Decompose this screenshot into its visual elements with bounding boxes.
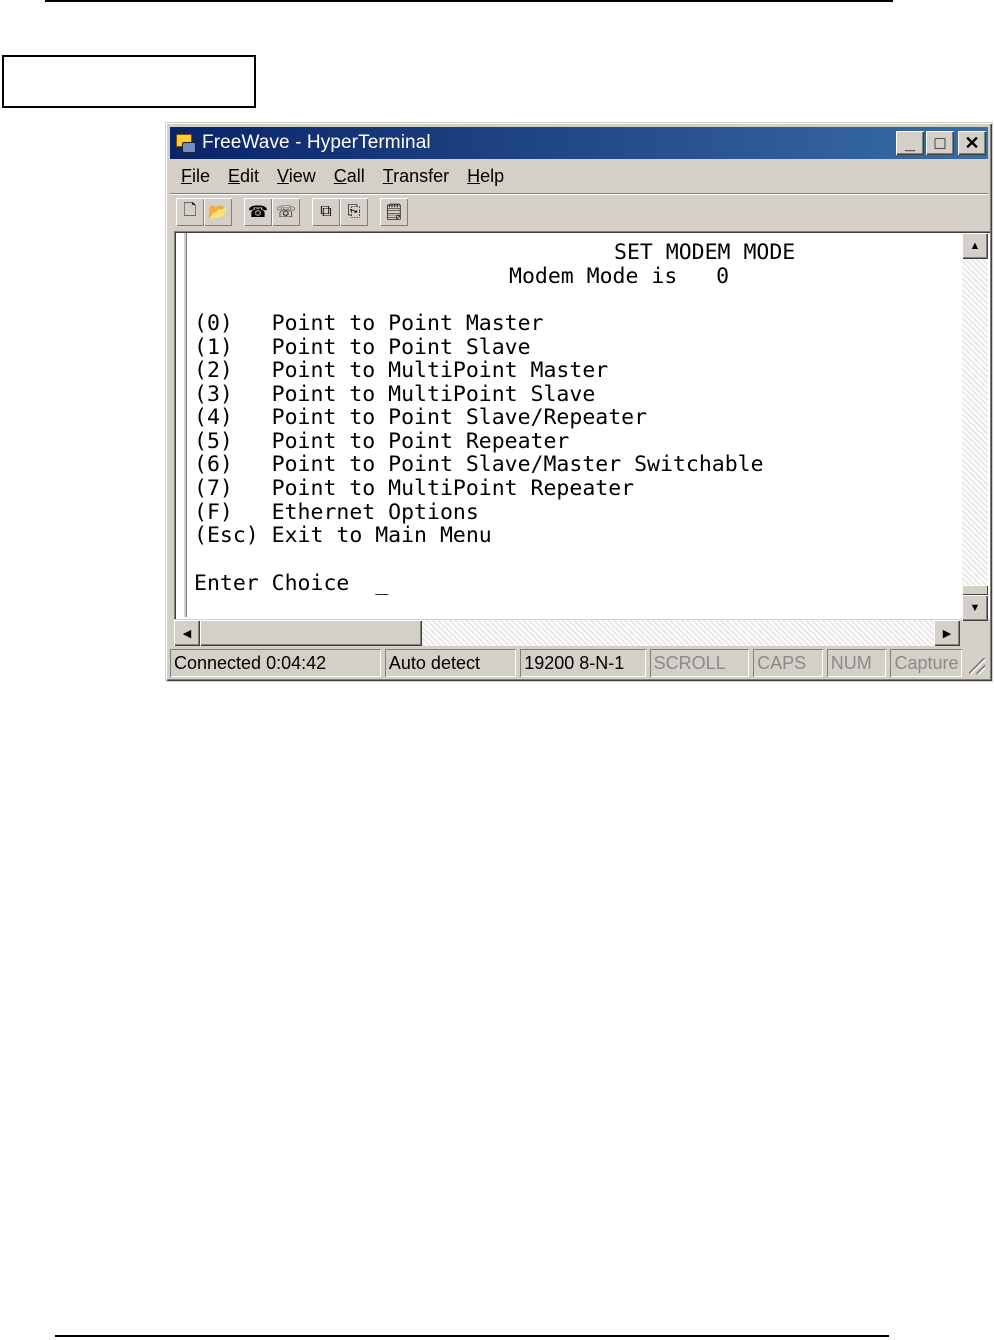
empty-label-box <box>2 55 256 108</box>
disconnect-icon[interactable]: ☏ <box>272 198 300 226</box>
terminal-area[interactable]: SET MODEM MODE Modem Mode is 0 (0) Point… <box>174 231 990 621</box>
menu-call[interactable]: Call <box>327 166 376 187</box>
window-title: FreeWave - HyperTerminal <box>202 132 431 153</box>
terminal-left-margin <box>176 233 187 617</box>
connect-icon[interactable]: ☎ <box>244 198 272 226</box>
title-bar[interactable]: FreeWave - HyperTerminal _ □ ✕ <box>170 127 988 159</box>
new-icon[interactable]: 🗋 <box>176 198 204 226</box>
arrow-right-icon: ▶ <box>942 627 952 640</box>
enter-choice-prompt: Enter Choice _ <box>194 571 389 596</box>
option-line: (F) Ethernet Options <box>194 500 479 525</box>
maximize-icon: □ <box>934 133 946 153</box>
properties-icon[interactable]: 🗒 <box>380 198 408 226</box>
close-button[interactable]: ✕ <box>958 131 986 155</box>
option-line: (0) Point to Point Master <box>194 311 544 336</box>
menu-view[interactable]: View <box>270 166 327 187</box>
status-capture: Capture <box>890 649 962 677</box>
vertical-scroll-thumb[interactable] <box>962 585 988 595</box>
resize-grip-icon[interactable] <box>966 649 988 677</box>
menu-file[interactable]: File <box>174 166 221 187</box>
status-scroll: SCROLL <box>650 649 750 677</box>
horizontal-scrollbar[interactable]: ◀ ▶ <box>174 620 960 646</box>
vertical-scrollbar[interactable]: ▲ ▼ <box>962 233 988 621</box>
maximize-button[interactable]: □ <box>926 131 954 155</box>
terminal-heading: SET MODEM MODE <box>614 240 796 265</box>
horizontal-scroll-thumb[interactable] <box>200 620 422 646</box>
minimize-button[interactable]: _ <box>896 131 924 155</box>
scroll-left-button[interactable]: ◀ <box>174 620 200 646</box>
modem-mode-readout: Modem Mode is 0 <box>509 264 730 289</box>
option-line: (Esc) Exit to Main Menu <box>194 523 492 548</box>
option-line: (7) Point to MultiPoint Repeater <box>194 476 635 501</box>
scroll-down-button[interactable]: ▼ <box>962 595 988 621</box>
menu-transfer[interactable]: Transfer <box>376 166 460 187</box>
option-line: (6) Point to Point Slave/Master Switchab… <box>194 452 764 477</box>
send-icon[interactable]: ⧉ <box>312 198 340 226</box>
option-line: (2) Point to MultiPoint Master <box>194 358 609 383</box>
close-icon: ✕ <box>964 133 980 153</box>
top-rule <box>45 0 893 2</box>
terminal-screen[interactable]: SET MODEM MODE Modem Mode is 0 (0) Point… <box>194 231 960 611</box>
receive-icon[interactable]: ⎘ <box>340 198 368 226</box>
option-line: (5) Point to Point Repeater <box>194 429 570 454</box>
scroll-right-button[interactable]: ▶ <box>934 620 960 646</box>
status-detect: Auto detect <box>385 649 516 677</box>
status-connected: Connected 0:04:42 <box>170 649 381 677</box>
menu-bar: File Edit View Call Transfer Help <box>174 161 515 191</box>
status-caps: CAPS <box>753 649 823 677</box>
status-settings: 19200 8-N-1 <box>520 649 645 677</box>
status-bar: Connected 0:04:42 Auto detect 19200 8-N-… <box>170 649 988 679</box>
open-icon[interactable]: 📂 <box>204 198 232 226</box>
hyperterminal-app-icon <box>174 132 196 154</box>
scroll-up-button[interactable]: ▲ <box>962 233 988 259</box>
menu-edit[interactable]: Edit <box>221 166 270 187</box>
status-num: NUM <box>827 649 887 677</box>
menu-help[interactable]: Help <box>460 166 515 187</box>
minimize-icon: _ <box>904 133 915 153</box>
arrow-up-icon: ▲ <box>969 240 981 252</box>
toolbar: 🗋 📂 ☎ ☏ ⧉ ⎘ 🗒 <box>170 193 988 230</box>
hyperterminal-window: FreeWave - HyperTerminal _ □ ✕ File Edit… <box>165 122 993 682</box>
option-line: (3) Point to MultiPoint Slave <box>194 382 596 407</box>
bottom-rule <box>55 1335 889 1337</box>
arrow-left-icon: ◀ <box>182 627 192 640</box>
option-line: (1) Point to Point Slave <box>194 335 531 360</box>
option-line: (4) Point to Point Slave/Repeater <box>194 405 648 430</box>
arrow-down-icon: ▼ <box>969 602 981 614</box>
